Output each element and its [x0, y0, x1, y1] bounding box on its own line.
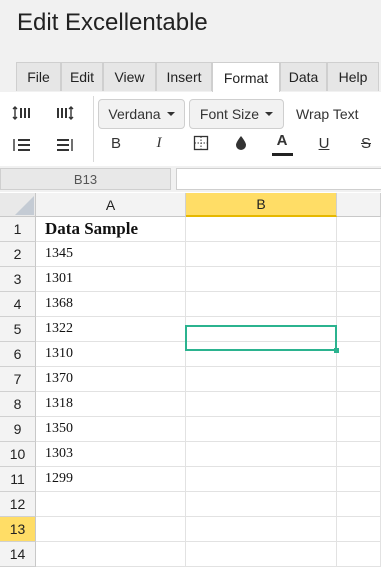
cell-b9[interactable]: [186, 417, 337, 442]
row-header[interactable]: 9: [0, 417, 36, 442]
cell-c7[interactable]: [337, 367, 381, 392]
cell-b3[interactable]: [186, 267, 337, 292]
cell-a11[interactable]: 1299: [36, 467, 186, 492]
font-family-value: Verdana: [108, 106, 161, 122]
cell-b4[interactable]: [186, 292, 337, 317]
cell-c6[interactable]: [337, 342, 381, 367]
column-header-a[interactable]: A: [36, 193, 186, 217]
increase-indent-icon[interactable]: [11, 135, 33, 155]
tab-data[interactable]: Data: [280, 62, 327, 91]
row-header[interactable]: 8: [0, 392, 36, 417]
row-header[interactable]: 2: [0, 242, 36, 267]
chevron-down-icon: [265, 112, 274, 116]
cell-b10[interactable]: [186, 442, 337, 467]
cell-a8[interactable]: 1318: [36, 392, 186, 417]
formula-input[interactable]: [176, 168, 381, 190]
app-title: Edit Excellentable: [17, 9, 208, 36]
font-size-label: Font Size: [199, 106, 260, 122]
row-header[interactable]: 6: [0, 342, 36, 367]
menu-tabs: File Edit View Insert Format Data Help: [0, 58, 381, 93]
cell-b14[interactable]: [186, 542, 337, 567]
cell-a12[interactable]: [36, 492, 186, 517]
cell-b12[interactable]: [186, 492, 337, 517]
cell-a5[interactable]: 1322: [36, 317, 186, 342]
font-color-label: A: [276, 131, 288, 149]
bold-button[interactable]: B: [105, 133, 127, 153]
cell-c5[interactable]: [337, 317, 381, 342]
row-header[interactable]: 3: [0, 267, 36, 292]
column-header-c[interactable]: [337, 193, 381, 217]
cell-reference-box[interactable]: B13: [0, 168, 171, 190]
cell-c9[interactable]: [337, 417, 381, 442]
cell-b13[interactable]: [186, 517, 337, 542]
row-header[interactable]: 10: [0, 442, 36, 467]
font-size-dropdown[interactable]: Font Size: [189, 99, 284, 129]
cell-a14[interactable]: [36, 542, 186, 567]
row-header[interactable]: 11: [0, 467, 36, 492]
cell-b2[interactable]: [186, 242, 337, 267]
cell-b7[interactable]: [186, 367, 337, 392]
cell-a7[interactable]: 1370: [36, 367, 186, 392]
tab-edit[interactable]: Edit: [61, 62, 103, 91]
toolbar-divider: [93, 96, 94, 162]
row-header[interactable]: 14: [0, 542, 36, 567]
cell-c4[interactable]: [337, 292, 381, 317]
decrease-indent-icon[interactable]: [54, 135, 76, 155]
decrease-row-height-icon[interactable]: [54, 103, 76, 123]
title-bar: Edit Excellentable: [0, 0, 381, 58]
cell-a1[interactable]: Data Sample: [36, 217, 186, 242]
cell-c1[interactable]: [337, 217, 381, 242]
fill-handle[interactable]: [334, 348, 339, 353]
formula-bar: B13: [0, 166, 381, 192]
font-color-button[interactable]: A: [271, 130, 293, 150]
italic-button[interactable]: I: [148, 133, 170, 153]
column-header-b[interactable]: B: [186, 193, 337, 217]
cell-a13[interactable]: [36, 517, 186, 542]
row-header[interactable]: 7: [0, 367, 36, 392]
underline-button[interactable]: U: [313, 133, 335, 153]
cell-c13[interactable]: [337, 517, 381, 542]
cell-b11[interactable]: [186, 467, 337, 492]
cell-c2[interactable]: [337, 242, 381, 267]
fill-color-icon[interactable]: [230, 133, 252, 153]
cell-b1[interactable]: [186, 217, 337, 242]
borders-icon[interactable]: [190, 133, 212, 153]
tab-insert[interactable]: Insert: [156, 62, 212, 91]
chevron-down-icon: [166, 112, 175, 116]
cell-c12[interactable]: [337, 492, 381, 517]
row-header[interactable]: 4: [0, 292, 36, 317]
tab-file[interactable]: File: [16, 62, 61, 91]
cell-c3[interactable]: [337, 267, 381, 292]
cell-b5[interactable]: [186, 317, 337, 342]
cell-a3[interactable]: 1301: [36, 267, 186, 292]
cell-a9[interactable]: 1350: [36, 417, 186, 442]
cell-c11[interactable]: [337, 467, 381, 492]
cell-c10[interactable]: [337, 442, 381, 467]
cell-c8[interactable]: [337, 392, 381, 417]
cell-b8[interactable]: [186, 392, 337, 417]
cell-a2[interactable]: 1345: [36, 242, 186, 267]
row-header[interactable]: 5: [0, 317, 36, 342]
font-color-swatch: [272, 153, 293, 156]
wrap-text-button[interactable]: Wrap Text: [296, 106, 359, 122]
cell-a4[interactable]: 1368: [36, 292, 186, 317]
cell-b6[interactable]: [186, 342, 337, 367]
tab-view[interactable]: View: [103, 62, 156, 91]
strikethrough-button[interactable]: S: [355, 133, 377, 153]
cell-a10[interactable]: 1303: [36, 442, 186, 467]
cell-a6[interactable]: 1310: [36, 342, 186, 367]
increase-row-height-icon[interactable]: [11, 103, 33, 123]
tab-format[interactable]: Format: [212, 62, 280, 92]
row-header[interactable]: 1: [0, 217, 36, 242]
cell-c14[interactable]: [337, 542, 381, 567]
format-toolbar: Verdana Font Size Wrap Text B I A U S: [0, 92, 381, 166]
row-header[interactable]: 13: [0, 517, 36, 542]
tab-help[interactable]: Help: [327, 62, 379, 91]
select-all-corner[interactable]: [0, 193, 36, 217]
row-header[interactable]: 12: [0, 492, 36, 517]
font-family-dropdown[interactable]: Verdana: [98, 99, 185, 129]
